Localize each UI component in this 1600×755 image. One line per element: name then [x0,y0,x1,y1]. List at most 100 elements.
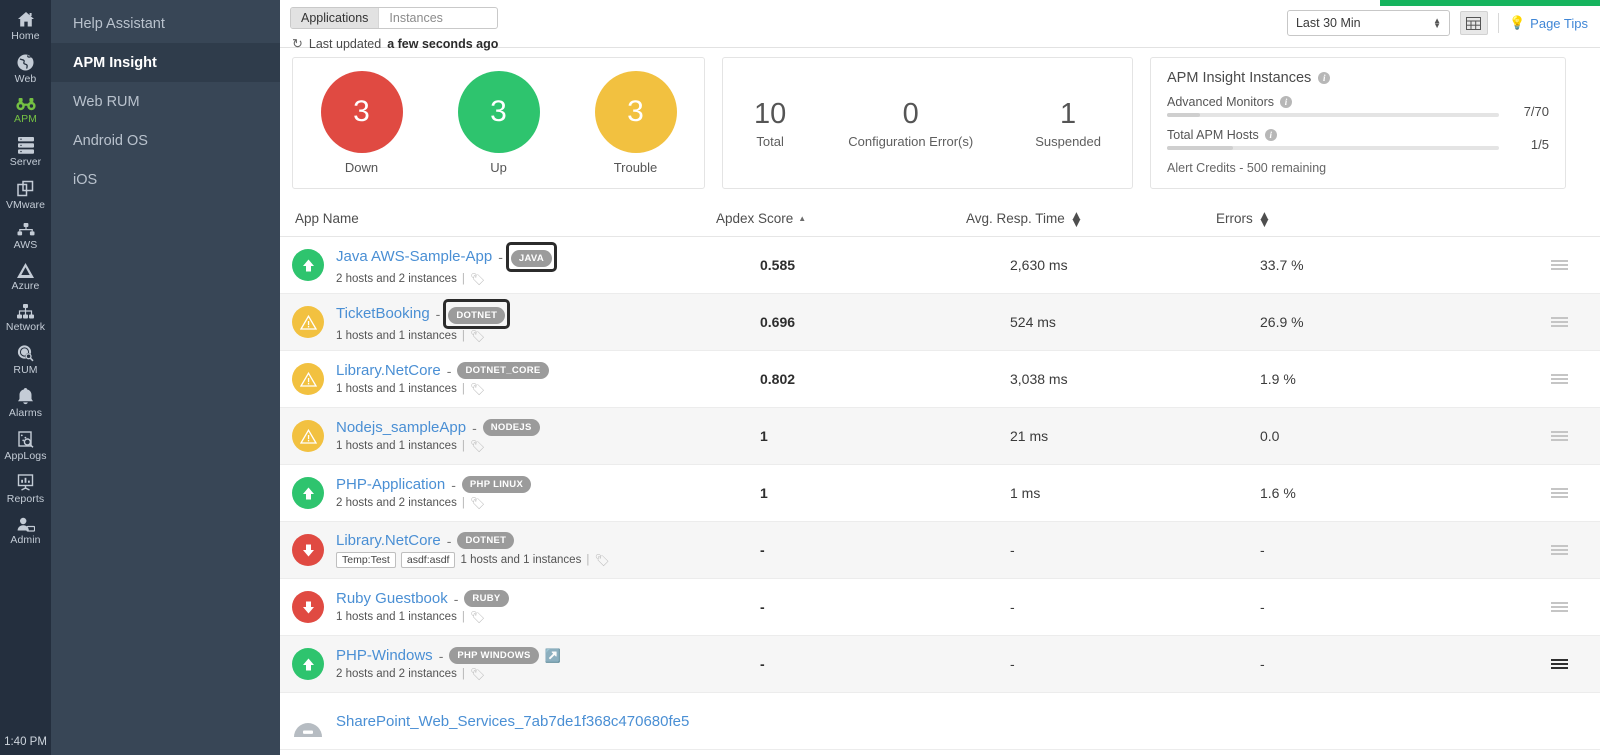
row-menu-icon[interactable] [1551,431,1568,441]
rail-item-vmware[interactable]: VMware [0,173,51,216]
tag-icon[interactable]: 🏷 [470,667,485,681]
subnav-item-apm-insight[interactable]: APM Insight [51,43,280,82]
row-actions-cell [1510,317,1588,327]
meter-fill [1167,146,1233,150]
app-name-link[interactable]: PHP-Application [336,476,445,493]
table-row[interactable]: Ruby Guestbook-RUBY1 hosts and 1 instanc… [280,579,1600,636]
status-icon-trouble [292,420,324,452]
status-trouble[interactable]: 3Trouble [595,71,677,175]
apdex-score-value: 1 [760,485,1010,501]
app-name-link[interactable]: TicketBooking [336,305,430,322]
row-menu-icon[interactable] [1551,317,1568,327]
subline-divider: | [586,554,589,566]
meter-advanced-monitors: Advanced Monitorsi7/70 [1167,95,1549,119]
errors-value: 33.7 % [1260,257,1510,273]
table-row[interactable]: Nodejs_sampleApp-NODEJS1 hosts and 1 ins… [280,408,1600,465]
rail-item-apm[interactable]: APM [0,90,51,130]
highlight-box: JAVA [509,245,554,269]
page-tips-button[interactable]: 💡 Page Tips [1509,15,1588,31]
table-row[interactable]: PHP-Application-PHP LINUX2 hosts and 2 i… [280,465,1600,522]
table-row[interactable]: TicketBooking-DOTNET1 hosts and 1 instan… [280,294,1600,351]
tag-icon[interactable]: 🏷 [470,272,485,286]
status-up[interactable]: 3Up [458,71,540,175]
row-menu-icon[interactable] [1551,374,1568,384]
status-count: 3 [627,95,644,129]
app-name-link[interactable]: Library.NetCore [336,532,441,549]
status-down[interactable]: 3Down [321,71,403,175]
rail-item-alarms[interactable]: Alarms [0,381,51,424]
subnav-item-ios[interactable]: iOS [51,160,280,199]
rail-item-reports[interactable]: Reports [0,467,51,510]
apdex-score-value: - [760,542,1010,558]
app-name-link[interactable]: Java AWS-Sample-App [336,248,492,265]
row-subline: Temp:Testasdf:asdf1 hosts and 1 instance… [336,552,610,568]
table-row[interactable]: SharePoint_Web_Services_7ab7de1f368c4706… [280,693,1600,750]
subline-divider: | [462,273,465,285]
apdex-score-value: 0.802 [760,371,1010,387]
table-row[interactable]: Java AWS-Sample-App-JAVA2 hosts and 2 in… [280,237,1600,294]
name-separator: - [498,249,503,265]
row-menu-icon[interactable] [1551,260,1568,270]
status-count: 3 [353,95,370,129]
subnav-item-android-os[interactable]: Android OS [51,121,280,160]
rail-item-label: AWS [14,239,38,251]
refresh-icon[interactable]: ↻ [292,36,303,52]
count-suspended[interactable]: 1Suspended [1035,98,1101,149]
row-menu-icon[interactable] [1551,602,1568,612]
count-configuration-error-s-[interactable]: 0Configuration Error(s) [848,98,973,149]
rail-item-aws[interactable]: AWS [0,216,51,256]
table-row[interactable]: PHP-Windows-PHP WINDOWS↗️2 hosts and 2 i… [280,636,1600,693]
tag-icon[interactable]: 🏷 [470,496,485,510]
tag-icon[interactable]: 🏷 [470,610,485,624]
tag-icon[interactable]: 🏷 [470,382,485,396]
info-icon[interactable]: i [1318,72,1330,84]
errors-value: - [1260,656,1510,672]
info-icon[interactable]: i [1280,96,1292,108]
count-value: 0 [903,98,919,130]
rail-item-server[interactable]: Server [0,130,51,173]
rail-item-label: Reports [7,493,44,505]
meter-value: 1/5 [1509,128,1549,152]
column-header-apdex-score[interactable]: Apdex Score ▲ [716,211,966,226]
rail-item-label: Alarms [9,407,42,419]
tag-icon[interactable]: 🏷 [470,439,485,453]
rail-item-applogs[interactable]: AppLogs [0,424,51,467]
table-row[interactable]: Library.NetCore-DOTNETTemp:Testasdf:asdf… [280,522,1600,579]
app-name-link[interactable]: SharePoint_Web_Services_7ab7de1f368c4706… [336,713,689,730]
rail-item-azure[interactable]: Azure [0,256,51,297]
tag-icon[interactable]: 🏷 [594,553,609,567]
tab-applications[interactable]: Applications [291,8,379,28]
row-menu-icon[interactable] [1551,545,1568,555]
app-name-link[interactable]: PHP-Windows [336,647,433,664]
tab-instances[interactable]: Instances [379,8,453,28]
rail-item-network[interactable]: Network [0,297,51,338]
app-name-link[interactable]: Ruby Guestbook [336,590,448,607]
app-name-link[interactable]: Library.NetCore [336,362,441,379]
row-subline: 1 hosts and 1 instances|🏷 [336,439,540,453]
subnav-item-help-assistant[interactable]: Help Assistant [51,4,280,43]
rail-item-web[interactable]: Web [0,47,51,90]
time-range-select[interactable]: Last 30 Min ▲▼ [1287,10,1450,36]
hosts-instances-text: 2 hosts and 2 instances [336,668,457,680]
table-layout-icon[interactable] [1460,11,1488,35]
row-menu-icon[interactable] [1551,659,1568,669]
column-header-app-name[interactable]: App Name [292,211,716,226]
rail-item-admin[interactable]: Admin [0,510,51,551]
info-icon[interactable]: i [1265,129,1277,141]
row-menu-icon[interactable] [1551,488,1568,498]
app-name-link[interactable]: Nodejs_sampleApp [336,419,466,436]
instances-summary-card: APM Insight Instances i Advanced Monitor… [1150,57,1566,189]
rail-item-rum[interactable]: RUM [0,338,51,381]
subnav-item-web-rum[interactable]: Web RUM [51,82,280,121]
column-header-avg-resp-time[interactable]: Avg. Resp. Time ▲▼ [966,211,1216,226]
external-link-icon[interactable]: ↗️ [545,648,561,664]
rail-item-home[interactable]: Home [0,4,51,47]
count-total[interactable]: 10Total [754,98,786,149]
tag-icon[interactable]: 🏷 [470,329,485,343]
primary-nav-rail: HomeWebAPMServerVMware AWS AzureNetworkRUM… [0,0,51,755]
reports-icon [17,474,34,491]
column-header-errors[interactable]: Errors ▲▼ [1216,211,1466,226]
table-row[interactable]: Library.NetCore-DOTNET_CORE1 hosts and 1… [280,351,1600,408]
status-count: 3 [490,95,507,129]
toolbar-right: Last 30 Min ▲▼ 💡 [1287,10,1588,36]
